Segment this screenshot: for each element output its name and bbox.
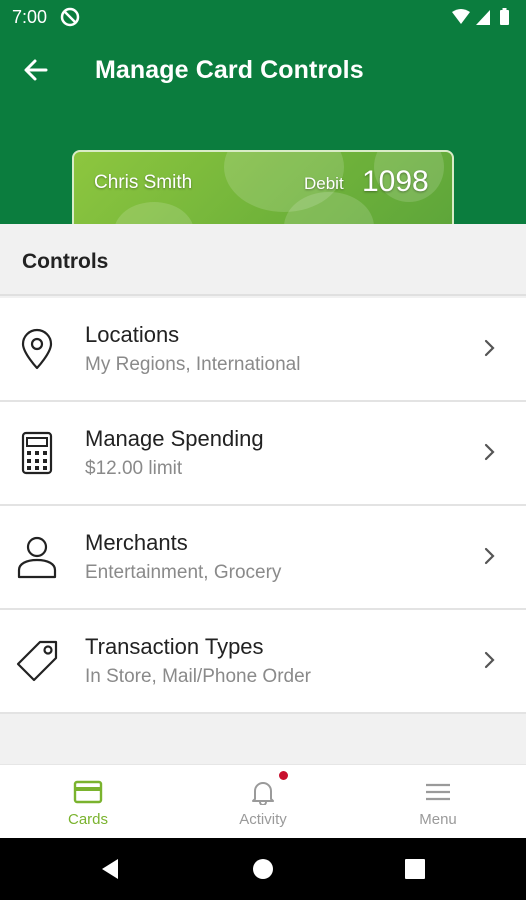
- nav-back-icon[interactable]: [98, 857, 122, 881]
- tab-label: Menu: [419, 811, 457, 828]
- tab-cards[interactable]: Cards: [0, 765, 176, 839]
- calculator-icon: [21, 431, 53, 475]
- section-title: Controls: [22, 250, 109, 273]
- control-label: Locations: [85, 322, 180, 347]
- card-icon: [73, 780, 103, 804]
- nav-home-icon[interactable]: [251, 857, 275, 881]
- card-type: Debit: [304, 174, 344, 193]
- control-label: Merchants: [85, 530, 188, 555]
- control-summary: My Regions, International: [85, 354, 301, 375]
- tab-label: Cards: [67, 811, 108, 828]
- control-label: Transaction Types: [85, 634, 264, 659]
- control-item-manage-spending[interactable]: Manage Spending $12.00 limit: [0, 402, 526, 506]
- chevron-right-icon: [484, 547, 495, 565]
- debit-card[interactable]: Chris Smith Debit 1098: [72, 150, 454, 224]
- hamburger-icon: [426, 783, 450, 801]
- location-pin-icon: [21, 328, 53, 370]
- chevron-right-icon: [484, 443, 495, 461]
- card-decoration: [114, 202, 194, 224]
- control-summary: Entertainment, Grocery: [85, 562, 282, 583]
- control-item-locations[interactable]: Locations My Regions, International: [0, 298, 526, 402]
- control-item-merchants[interactable]: Merchants Entertainment, Grocery: [0, 506, 526, 610]
- status-time: 7:00: [12, 7, 48, 27]
- status-bar: 7:00: [0, 0, 526, 34]
- do-not-disturb-icon: [60, 7, 80, 27]
- nav-recents-icon[interactable]: [403, 857, 427, 881]
- bell-icon: [252, 782, 274, 805]
- control-label: Manage Spending: [85, 426, 264, 451]
- back-arrow-icon[interactable]: [20, 54, 52, 86]
- chevron-right-icon: [484, 339, 495, 357]
- controls-section-header: Controls: [0, 224, 526, 296]
- chevron-right-icon: [484, 651, 495, 669]
- card-last-four: 1098: [362, 165, 429, 198]
- person-icon: [17, 536, 57, 579]
- control-summary: $12.00 limit: [85, 458, 183, 479]
- tab-activity[interactable]: Activity: [175, 765, 351, 839]
- controls-list: Locations My Regions, International Mana…: [0, 298, 526, 714]
- tab-label: Activity: [239, 811, 287, 828]
- tag-icon: [16, 640, 58, 682]
- page-title: Manage Card Controls: [95, 56, 364, 84]
- system-navigation-bar: [0, 838, 526, 900]
- notification-badge: [279, 771, 288, 780]
- system-status-icons: [452, 8, 509, 25]
- bottom-tab-bar: Cards Activity Menu: [0, 764, 526, 838]
- tab-menu[interactable]: Menu: [350, 765, 526, 839]
- control-item-transaction-types[interactable]: Transaction Types In Store, Mail/Phone O…: [0, 610, 526, 714]
- app-header: Manage Card Controls Chris Smith Debit 1…: [0, 34, 526, 224]
- control-summary: In Store, Mail/Phone Order: [85, 666, 311, 687]
- card-holder-name: Chris Smith: [94, 172, 193, 193]
